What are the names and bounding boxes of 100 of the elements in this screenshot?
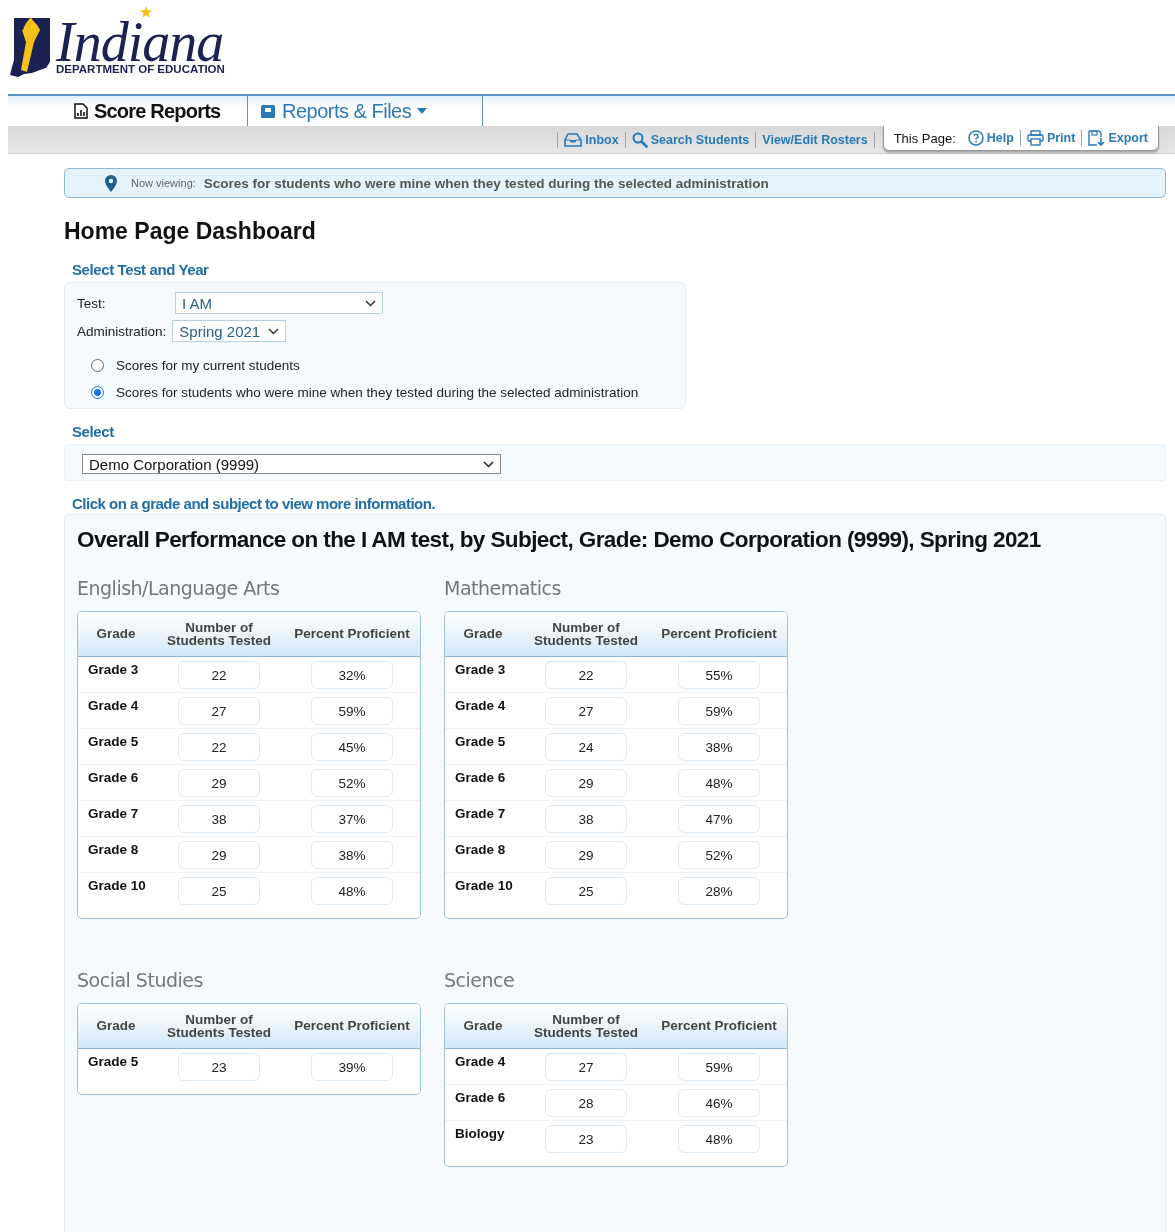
students-tested-button[interactable]: 29 bbox=[545, 841, 627, 869]
grade-label: Grade 5 bbox=[454, 733, 507, 749]
students-tested-button[interactable]: 29 bbox=[178, 841, 260, 869]
students-tested-button[interactable]: 27 bbox=[545, 1053, 627, 1081]
percent-proficient-button[interactable]: 45% bbox=[311, 733, 393, 761]
grade-label: Grade 7 bbox=[454, 805, 507, 821]
grade-label: Grade 3 bbox=[87, 661, 140, 677]
students-tested-button[interactable]: 27 bbox=[545, 697, 627, 725]
report-chart-icon bbox=[74, 103, 88, 119]
page-title: Home Page Dashboard bbox=[64, 218, 317, 245]
students-tested-button[interactable]: 27 bbox=[178, 697, 260, 725]
column-header: Grade bbox=[95, 627, 137, 641]
students-tested-button[interactable]: 38 bbox=[545, 805, 627, 833]
percent-proficient-button[interactable]: 37% bbox=[311, 805, 393, 833]
grade-label: Grade 8 bbox=[87, 841, 140, 857]
radio-label: Scores for my current students bbox=[116, 358, 300, 373]
subject-title: Social Studies bbox=[77, 969, 204, 991]
students-tested-button[interactable]: 23 bbox=[178, 1053, 260, 1081]
column-header: Grade bbox=[462, 1019, 504, 1033]
column-header: Number of Students Tested bbox=[533, 1012, 639, 1040]
column-header: Number of Students Tested bbox=[533, 620, 639, 648]
star-icon bbox=[140, 6, 152, 18]
percent-proficient-button[interactable]: 47% bbox=[678, 805, 760, 833]
column-header: Percent Proficient bbox=[660, 627, 778, 641]
percent-proficient-button[interactable]: 59% bbox=[678, 1053, 760, 1081]
percent-proficient-button[interactable]: 39% bbox=[311, 1053, 393, 1081]
select-dropdown[interactable]: I AM bbox=[175, 292, 383, 314]
map-pin-icon bbox=[105, 174, 117, 192]
printer-icon bbox=[1026, 130, 1044, 146]
grade-label: Grade 6 bbox=[87, 769, 140, 785]
column-header: Grade bbox=[462, 627, 504, 641]
section-heading: Select bbox=[72, 423, 115, 440]
now-viewing-label: Now viewing: bbox=[131, 177, 196, 189]
chevron-down-icon bbox=[365, 299, 376, 307]
percent-proficient-button[interactable]: 48% bbox=[678, 769, 760, 797]
grade-label: Grade 8 bbox=[454, 841, 507, 857]
students-tested-button[interactable]: 22 bbox=[178, 733, 260, 761]
percent-proficient-button[interactable]: 38% bbox=[678, 733, 760, 761]
grade-label: Grade 5 bbox=[87, 733, 140, 749]
chevron-down-icon bbox=[483, 460, 494, 468]
column-header: Percent Proficient bbox=[660, 1019, 778, 1033]
percent-proficient-button[interactable]: 48% bbox=[678, 1125, 760, 1153]
grade-label: Grade 7 bbox=[87, 805, 140, 821]
file-box-icon bbox=[260, 103, 276, 119]
column-header: Percent Proficient bbox=[293, 1019, 411, 1033]
organization-dropdown[interactable]: Demo Corporation (9999) bbox=[82, 454, 501, 474]
field-label: Administration: bbox=[77, 323, 167, 339]
caret-icon bbox=[417, 108, 428, 114]
grade-label: Grade 5 bbox=[87, 1053, 140, 1069]
column-header: Number of Students Tested bbox=[166, 1012, 272, 1040]
percent-proficient-button[interactable]: 48% bbox=[311, 877, 393, 905]
students-tested-button[interactable]: 25 bbox=[545, 877, 627, 905]
percent-proficient-button[interactable]: 46% bbox=[678, 1089, 760, 1117]
inbox-tray-icon bbox=[564, 132, 583, 147]
radio-button[interactable] bbox=[91, 386, 104, 399]
grade-label: Grade 4 bbox=[454, 1053, 507, 1069]
overview-title: Overall Performance on the I AM test, by Subject, Grade: Demo Corporation (9999), Spring 2021 bbox=[77, 527, 1042, 553]
select-dropdown[interactable]: Spring 2021 bbox=[172, 320, 287, 342]
percent-proficient-button[interactable]: 28% bbox=[678, 877, 760, 905]
subject-title: English/Language Arts bbox=[77, 577, 281, 599]
chevron-down-icon bbox=[268, 327, 280, 335]
page-action-link[interactable]: Print bbox=[1026, 130, 1076, 146]
percent-proficient-button[interactable]: 59% bbox=[311, 697, 393, 725]
students-tested-button[interactable]: 22 bbox=[545, 661, 627, 689]
column-header: Percent Proficient bbox=[293, 627, 411, 641]
grade-label: Grade 6 bbox=[454, 769, 507, 785]
radio-button[interactable] bbox=[91, 359, 104, 372]
percent-proficient-button[interactable]: 52% bbox=[311, 769, 393, 797]
grade-label: Biology bbox=[454, 1125, 506, 1141]
students-tested-button[interactable]: 24 bbox=[545, 733, 627, 761]
students-tested-button[interactable]: 29 bbox=[178, 769, 260, 797]
column-header: Number of Students Tested bbox=[166, 620, 272, 648]
students-tested-button[interactable]: 22 bbox=[178, 661, 260, 689]
search-icon bbox=[631, 131, 648, 148]
subject-title: Science bbox=[444, 969, 516, 991]
section-heading: Select Test and Year bbox=[72, 261, 210, 278]
students-tested-button[interactable]: 38 bbox=[178, 805, 260, 833]
radio-label: Scores for students who were mine when they tested during the selected administration bbox=[116, 385, 639, 400]
percent-proficient-button[interactable]: 59% bbox=[678, 697, 760, 725]
percent-proficient-button[interactable]: 38% bbox=[311, 841, 393, 869]
subject-title: Mathematics bbox=[444, 577, 562, 599]
help-icon bbox=[967, 130, 984, 146]
field-label: Test: bbox=[77, 295, 107, 311]
students-tested-button[interactable]: 29 bbox=[545, 769, 627, 797]
grade-label: Grade 4 bbox=[454, 697, 507, 713]
students-tested-button[interactable]: 25 bbox=[178, 877, 260, 905]
toolbar-link[interactable]: Inbox bbox=[564, 132, 619, 147]
percent-proficient-button[interactable]: 52% bbox=[678, 841, 760, 869]
students-tested-button[interactable]: 28 bbox=[545, 1089, 627, 1117]
this-page-label: This Page: bbox=[893, 130, 956, 146]
percent-proficient-button[interactable]: 55% bbox=[678, 661, 760, 689]
page-action-link[interactable]: Export bbox=[1088, 130, 1148, 146]
page-action-link[interactable]: Help bbox=[967, 130, 1014, 146]
grade-label: Grade 3 bbox=[454, 661, 507, 677]
logo-wordmark: Indiana bbox=[56, 21, 225, 63]
percent-proficient-button[interactable]: 32% bbox=[311, 661, 393, 689]
students-tested-button[interactable]: 23 bbox=[545, 1125, 627, 1153]
column-header: Grade bbox=[95, 1019, 137, 1033]
now-viewing-text: Scores for students who were mine when they tested during the selected administration bbox=[203, 175, 769, 191]
instruction-text: Click on a grade and subject to view more information. bbox=[72, 495, 437, 512]
